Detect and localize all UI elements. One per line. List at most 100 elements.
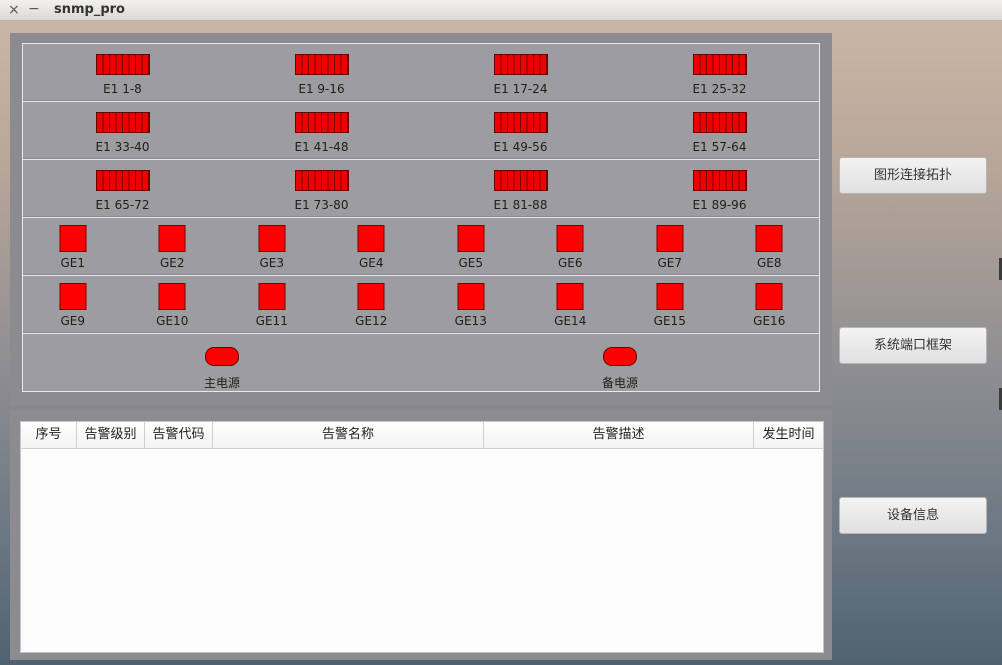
port-label: 主电源: [203, 376, 240, 390]
e1-port-indicator[interactable]: [294, 112, 349, 133]
port-grid: E1 1-8 E1 9-16 E1 17-24 E1 25-32 E1 33-40 E1 …: [22, 43, 820, 392]
column-header[interactable]: 告警名称: [213, 422, 484, 448]
port-label: E1 73-80: [294, 198, 349, 212]
close-icon[interactable]: ×: [8, 1, 20, 19]
port-label: GE3: [259, 256, 284, 270]
port-label: GE5: [458, 256, 483, 270]
port-cell: E1 1-8: [23, 44, 222, 100]
e1-port-indicator[interactable]: [493, 54, 548, 75]
port-cell: GE12: [322, 276, 422, 332]
e1-port-indicator[interactable]: [692, 112, 747, 133]
port-label: E1 57-64: [692, 140, 747, 154]
port-status-panel: E1 1-8 E1 9-16 E1 17-24 E1 25-32 E1 33-40 E1 …: [10, 33, 832, 405]
column-header[interactable]: 告警描述: [484, 422, 754, 448]
port-cell: E1 81-88: [421, 160, 620, 216]
e1-port-indicator[interactable]: [294, 54, 349, 75]
port-cell: E1 33-40: [23, 102, 222, 158]
ge-port-indicator[interactable]: [656, 225, 684, 252]
ge-port-indicator[interactable]: [357, 225, 385, 252]
port-row: E1 1-8 E1 9-16 E1 17-24 E1 25-32: [23, 43, 819, 100]
port-label: GE8: [756, 256, 782, 270]
port-label: E1 81-88: [493, 198, 548, 212]
port-cell: 备电源: [421, 334, 819, 391]
column-header[interactable]: 告警级别: [77, 422, 145, 448]
port-cell: GE3: [222, 218, 322, 274]
ge-port-indicator[interactable]: [258, 225, 286, 252]
ge-port-indicator[interactable]: [258, 283, 286, 310]
e1-port-indicator[interactable]: [95, 170, 150, 191]
port-cell: E1 65-72: [23, 160, 222, 216]
port-cell: GE7: [620, 218, 720, 274]
port-cell: E1 89-96: [620, 160, 819, 216]
ge-port-indicator[interactable]: [59, 283, 87, 310]
port-label: E1 89-96: [692, 198, 747, 212]
ge-port-indicator[interactable]: [158, 225, 186, 252]
ge-port-indicator[interactable]: [755, 283, 783, 310]
ge-port-indicator[interactable]: [59, 225, 87, 252]
port-label: GE12: [355, 314, 388, 328]
port-label: E1 33-40: [95, 140, 150, 154]
port-cell: GE13: [421, 276, 521, 332]
ge-port-indicator[interactable]: [556, 283, 584, 310]
e1-port-indicator[interactable]: [692, 170, 747, 191]
port-cell: GE10: [123, 276, 223, 332]
window-title: snmp_pro: [54, 2, 125, 17]
port-label: E1 9-16: [298, 82, 345, 96]
port-label: E1 17-24: [493, 82, 548, 96]
port-label: GE6: [557, 256, 583, 270]
port-cell: 主电源: [23, 334, 421, 391]
power-indicator[interactable]: [205, 347, 239, 366]
port-cell: GE5: [421, 218, 521, 274]
e1-port-indicator[interactable]: [95, 112, 150, 133]
port-label: GE9: [60, 314, 85, 328]
port-label: E1 1-8: [103, 82, 142, 96]
port-label: 备电源: [601, 376, 638, 390]
port-label: E1 65-72: [95, 198, 150, 212]
title-bar: × − snmp_pro: [0, 0, 1002, 21]
port-label: GE16: [753, 314, 786, 328]
port-label: GE10: [156, 314, 189, 328]
column-header[interactable]: 告警代码: [145, 422, 213, 448]
port-cell: GE4: [322, 218, 422, 274]
e1-port-indicator[interactable]: [95, 54, 150, 75]
device-info-button[interactable]: 设备信息: [839, 497, 987, 534]
column-header[interactable]: 序号: [21, 422, 77, 448]
e1-port-indicator[interactable]: [692, 54, 747, 75]
alarm-table-header: 序号 告警级别 告警代码 告警名称 告警描述 发生时间: [21, 422, 823, 449]
ge-port-indicator[interactable]: [158, 283, 186, 310]
port-label: E1 41-48: [294, 140, 349, 154]
ge-port-indicator[interactable]: [457, 225, 485, 252]
ge-port-indicator[interactable]: [457, 283, 485, 310]
port-cell: GE6: [521, 218, 621, 274]
port-cell: GE15: [620, 276, 720, 332]
port-cell: GE11: [222, 276, 322, 332]
port-cell: GE14: [521, 276, 621, 332]
port-frame-button[interactable]: 系统端口框架: [839, 327, 987, 364]
port-cell: E1 41-48: [222, 102, 421, 158]
port-label: GE2: [159, 256, 185, 270]
port-cell: E1 49-56: [421, 102, 620, 158]
e1-port-indicator[interactable]: [493, 112, 548, 133]
port-label: GE4: [358, 256, 384, 270]
power-indicator[interactable]: [603, 347, 637, 366]
ge-port-indicator[interactable]: [656, 283, 684, 310]
column-header[interactable]: 发生时间: [754, 422, 823, 448]
port-label: GE14: [554, 314, 587, 328]
port-cell: E1 9-16: [222, 44, 421, 100]
alarm-table: 序号 告警级别 告警代码 告警名称 告警描述 发生时间: [20, 421, 824, 653]
ge-port-indicator[interactable]: [556, 225, 584, 252]
port-row: GE1 GE2 GE3 GE4 GE5 GE6 GE7 GE8: [23, 217, 819, 274]
port-row: GE9 GE10 GE11 GE12 GE13 GE14 GE15 GE16: [23, 275, 819, 332]
port-label: GE11: [255, 314, 288, 328]
e1-port-indicator[interactable]: [493, 170, 548, 191]
port-label: GE15: [653, 314, 686, 328]
port-label: E1 25-32: [692, 82, 747, 96]
port-row: 主电源 备电源: [23, 333, 819, 392]
e1-port-indicator[interactable]: [294, 170, 349, 191]
ge-port-indicator[interactable]: [357, 283, 385, 310]
ge-port-indicator[interactable]: [755, 225, 783, 252]
port-label: GE7: [657, 256, 682, 270]
topology-button[interactable]: 图形连接拓扑: [839, 157, 987, 194]
minimize-icon[interactable]: −: [28, 0, 40, 18]
port-cell: E1 25-32: [620, 44, 819, 100]
